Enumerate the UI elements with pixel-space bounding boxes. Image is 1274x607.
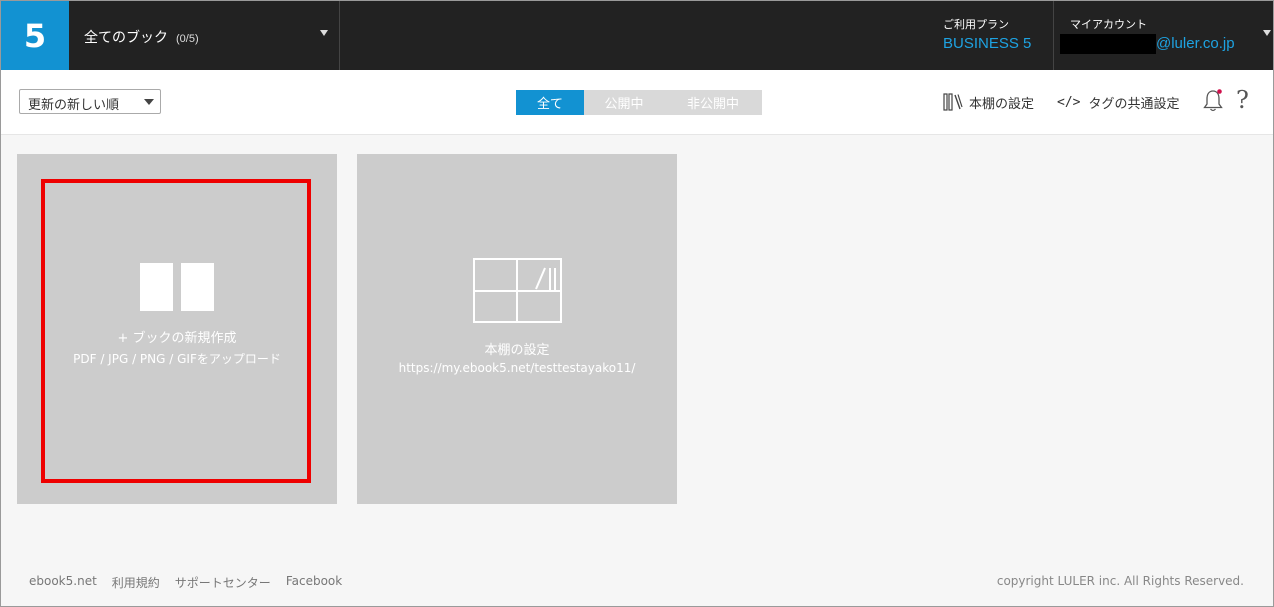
shelf-setting-card[interactable]: 本棚の設定 https://my.ebook5.net/testtestayak… <box>357 154 677 504</box>
bookshelf-icon <box>473 258 562 327</box>
plan-value[interactable]: BUSINESS 5 <box>943 35 1031 52</box>
footer-link-facebook[interactable]: Facebook <box>286 574 342 591</box>
copyright-text: copyright LULER inc. All Rights Reserved… <box>996 574 1244 588</box>
notification-bell-icon[interactable] <box>1202 88 1224 114</box>
account-email: @luler.co.jp <box>1156 35 1235 52</box>
footer-link-support[interactable]: サポートセンター <box>175 574 271 591</box>
book-filter-label: 全てのブック (0/5) <box>84 29 199 45</box>
tab-all[interactable]: 全て <box>516 90 584 115</box>
sort-selected-value: 更新の新しい順 <box>28 98 120 113</box>
plan-info: ご利用プラン BUSINESS 5 <box>933 1 1053 70</box>
book-filter-dropdown[interactable]: 全てのブック (0/5) <box>69 1 340 70</box>
shelf-setting-label: 本棚の設定 <box>969 96 1035 112</box>
chevron-down-icon <box>144 99 154 105</box>
sort-order-select[interactable]: 更新の新しい順 <box>19 89 161 114</box>
redacted-username <box>1060 34 1156 54</box>
chevron-down-icon <box>320 30 328 36</box>
new-book-title: + ブックの新規作成 <box>117 331 237 346</box>
shelf-url: https://my.ebook5.net/testtestayako11/ <box>398 361 636 375</box>
tag-setting-label: タグの共通設定 <box>1088 96 1180 112</box>
app-header: 5 全てのブック (0/5) ご利用プラン BUSINESS 5 マイアカウント … <box>1 1 1273 70</box>
shelf-setting-link[interactable]: 本棚の設定 <box>943 92 1034 112</box>
plan-label: ご利用プラン <box>943 18 1009 31</box>
shelf-setting-title: 本棚の設定 <box>484 343 550 358</box>
bookshelf-icon <box>943 93 963 111</box>
notification-dot <box>1217 89 1222 94</box>
code-icon: </> <box>1057 94 1081 110</box>
footer-link-terms[interactable]: 利用規約 <box>112 574 160 591</box>
tab-public[interactable]: 公開中 <box>584 90 664 115</box>
book-count: (0/5) <box>176 33 199 45</box>
open-book-icon <box>140 263 214 315</box>
visibility-filter-tabs: 全て 公開中 非公開中 <box>516 90 762 115</box>
account-dropdown[interactable]: マイアカウント @luler.co.jp <box>1053 1 1273 70</box>
new-book-card[interactable]: + ブックの新規作成 PDF / JPG / PNG / GIFをアップロード <box>17 154 337 504</box>
app-logo[interactable]: 5 <box>1 1 69 70</box>
footer-links: ebook5.net 利用規約 サポートセンター Facebook <box>29 574 357 591</box>
footer-link-ebook5[interactable]: ebook5.net <box>29 574 97 591</box>
tag-setting-link[interactable]: </> タグの共通設定 <box>1057 92 1180 112</box>
chevron-down-icon <box>1263 30 1271 36</box>
new-book-subtitle: PDF / JPG / PNG / GIFをアップロード <box>73 352 281 366</box>
tab-private[interactable]: 非公開中 <box>664 90 762 115</box>
toolbar: 更新の新しい順 全て 公開中 非公開中 本棚の設定 </> タグの共通設定 <box>1 70 1273 135</box>
help-icon[interactable]: ? <box>1236 86 1249 114</box>
account-label: マイアカウント <box>1070 18 1147 31</box>
